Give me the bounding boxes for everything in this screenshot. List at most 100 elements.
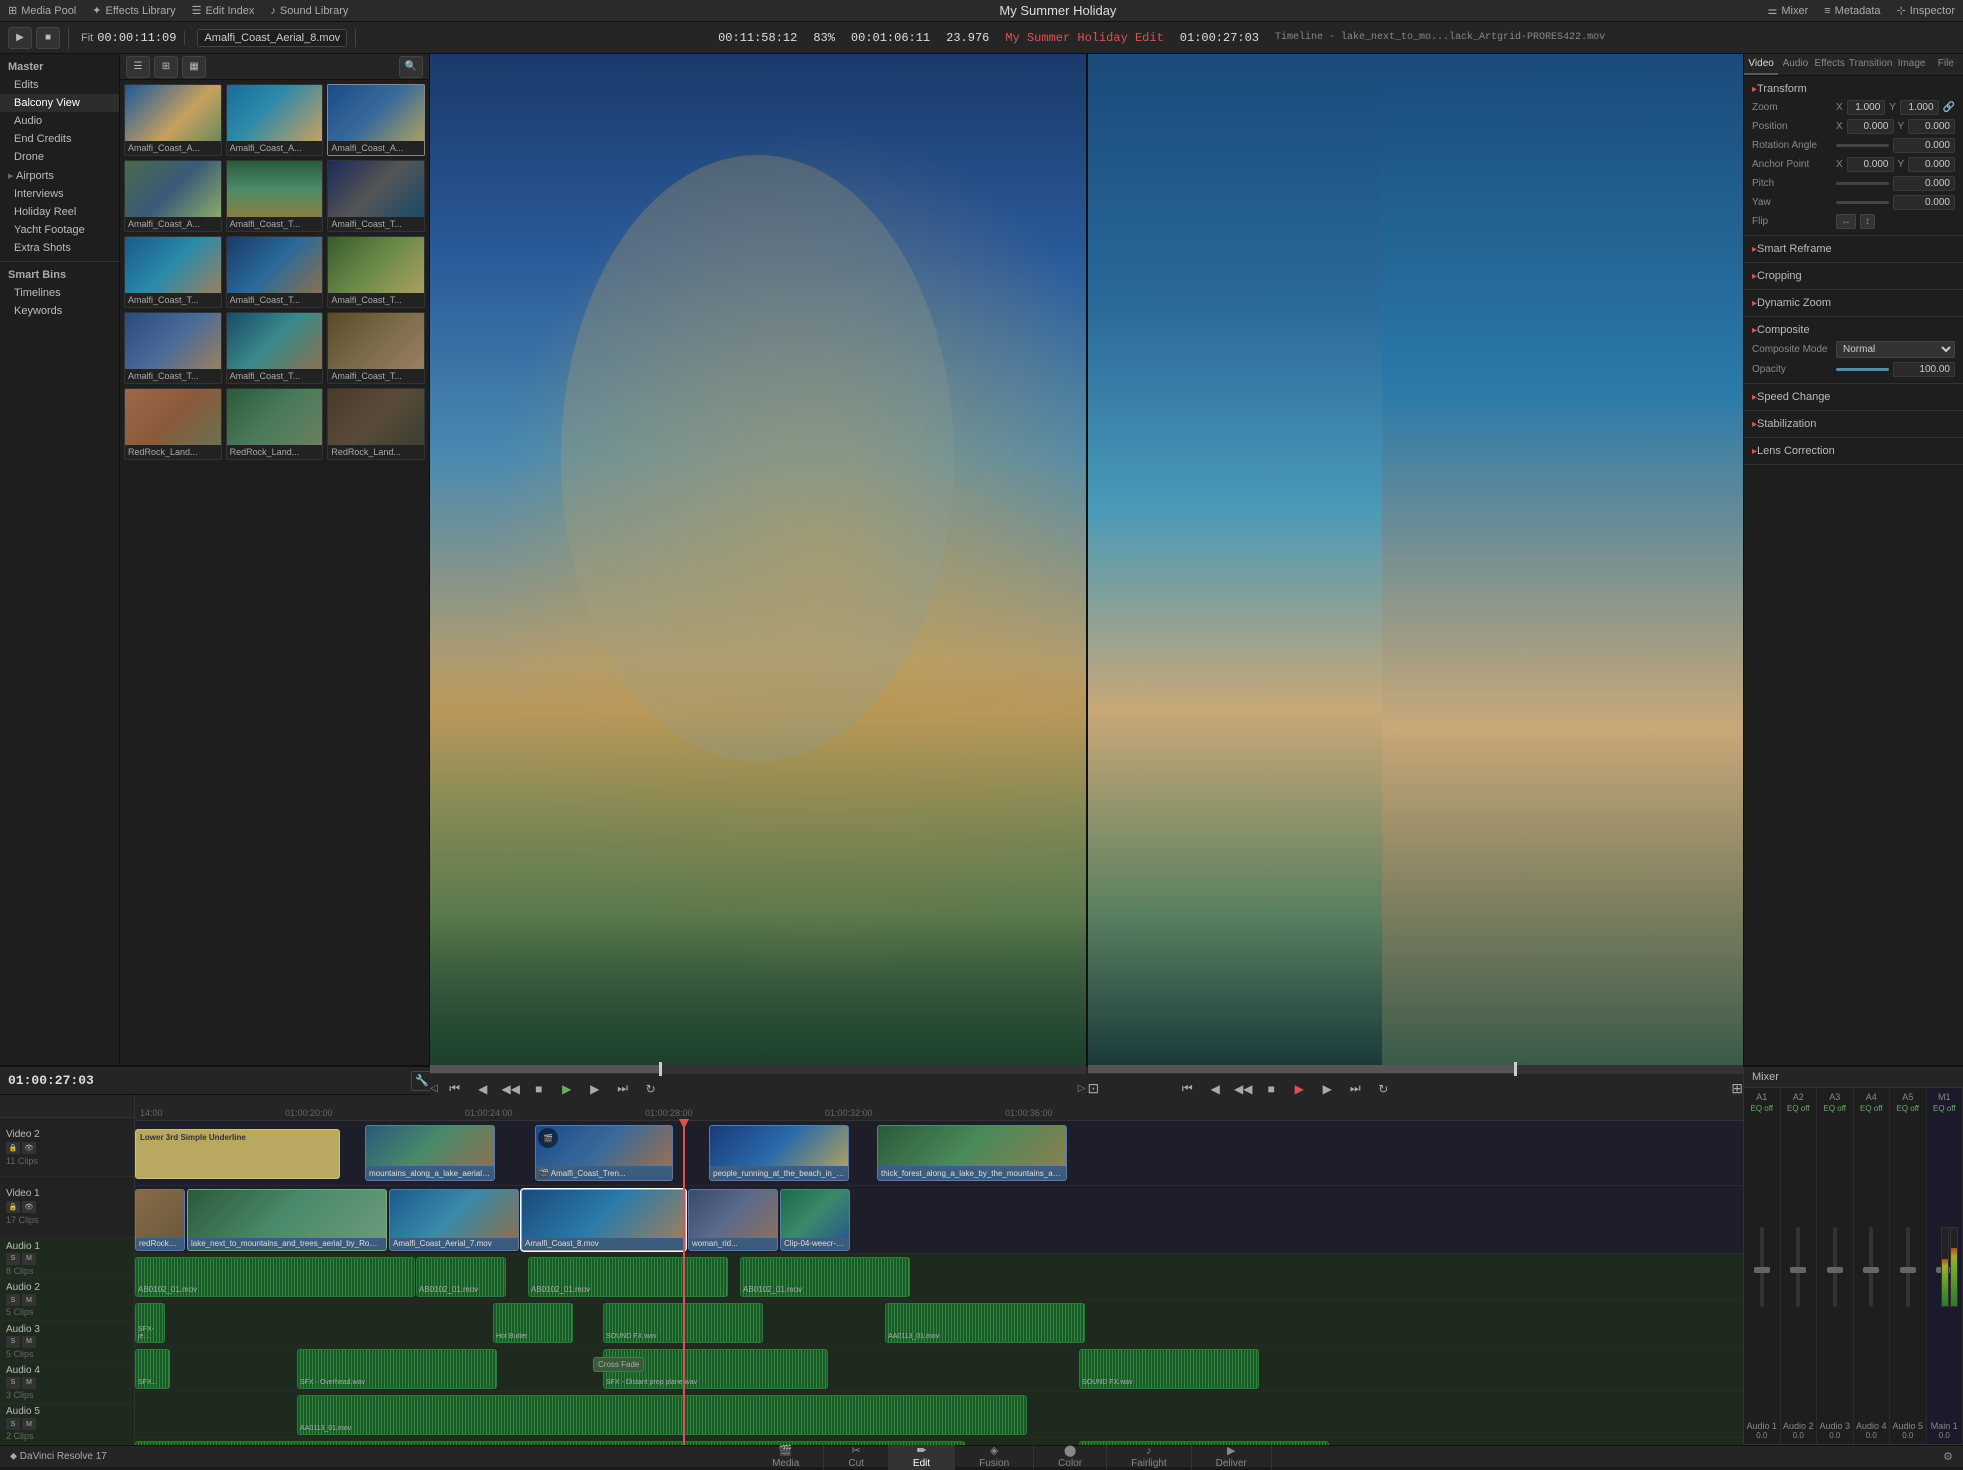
a5-m-btn[interactable]: M xyxy=(22,1418,36,1430)
a5-s-btn[interactable]: S xyxy=(6,1418,20,1430)
anchor-x-value[interactable]: 0.000 xyxy=(1847,157,1894,172)
a2-m-btn[interactable]: M xyxy=(22,1294,36,1306)
tab-deliver[interactable]: ▶ Deliver xyxy=(1192,1443,1272,1470)
a1-clip-1[interactable]: AB0102_01.mov xyxy=(135,1257,415,1297)
mixer-a3-eq[interactable]: EQ off xyxy=(1823,1104,1846,1113)
view-large-btn[interactable]: ▦ xyxy=(182,56,206,78)
pitch-value[interactable]: 0.000 xyxy=(1893,176,1956,191)
a1-clip-3[interactable]: AB0102_01.mov xyxy=(528,1257,728,1297)
v2-clip-forest[interactable]: thick_forest_along_a_lake_by_the_mountai… xyxy=(877,1125,1067,1181)
sidebar-item-extra-shots[interactable]: Extra Shots xyxy=(0,239,119,257)
a4-s-btn[interactable]: S xyxy=(6,1377,20,1389)
tab-color[interactable]: ⬤ Color xyxy=(1034,1443,1107,1470)
mixer-m1-eq[interactable]: EQ off xyxy=(1933,1104,1956,1113)
a3-clip-overhead[interactable]: SFX - Overhead.wav xyxy=(297,1349,497,1389)
media-thumb-11[interactable]: Amalfi_Coast_T... xyxy=(226,312,324,384)
v1-clip-turtle[interactable]: Clip-04-weecr-tmg... xyxy=(780,1189,850,1251)
inspector-tab-image[interactable]: Image xyxy=(1894,54,1928,75)
inspector-transform-title[interactable]: Transform xyxy=(1744,80,1963,98)
media-thumb-12[interactable]: Amalfi_Coast_T... xyxy=(327,312,425,384)
mixer-btn[interactable]: ⚌ Mixer xyxy=(1767,4,1808,17)
a3-m-btn[interactable]: M xyxy=(22,1336,36,1348)
composite-mode-select[interactable]: Normal xyxy=(1836,341,1955,358)
source-scrubber[interactable] xyxy=(430,1065,1086,1073)
v1-clip-amalfi7[interactable]: Amalfi_Coast_Aerial_7.mov xyxy=(389,1189,519,1251)
v1-lock-btn[interactable]: 🔒 xyxy=(6,1201,20,1213)
edit-index-btn[interactable]: ☰ Edit Index xyxy=(192,4,255,17)
media-thumb-7[interactable]: Amalfi_Coast_T... xyxy=(124,236,222,308)
opacity-value[interactable]: 100.00 xyxy=(1893,362,1956,377)
view-grid-btn[interactable]: ⊞ xyxy=(154,56,178,78)
mixer-a2-fader[interactable] xyxy=(1796,1227,1800,1307)
inspector-tab-transition[interactable]: Transition xyxy=(1847,54,1895,75)
v1-clip-lake[interactable]: lake_next_to_mountains_and_trees_aerial_… xyxy=(187,1189,387,1251)
mixer-a4-fader[interactable] xyxy=(1869,1227,1873,1307)
inspector-dynamic-zoom-title[interactable]: Dynamic Zoom xyxy=(1744,294,1963,312)
pos-y-value[interactable]: 0.000 xyxy=(1908,119,1955,134)
media-thumb-9[interactable]: Amalfi_Coast_T... xyxy=(327,236,425,308)
opacity-slider[interactable] xyxy=(1836,368,1889,371)
sidebar-item-holiday-reel[interactable]: Holiday Reel xyxy=(0,203,119,221)
media-thumb-13[interactable]: RedRock_Land... xyxy=(124,388,222,460)
v1-clip-woman[interactable]: woman_rid... xyxy=(688,1189,778,1251)
mixer-a1-eq[interactable]: EQ off xyxy=(1750,1104,1773,1113)
stop-btn[interactable]: ■ xyxy=(36,27,60,49)
a4-m-btn[interactable]: M xyxy=(22,1377,36,1389)
source-monitor[interactable]: ◁ ⏮ ◀ ◀◀ ■ ▶ ▶ ⏭ ↻ ▷ xyxy=(430,54,1088,1065)
media-thumb-15[interactable]: RedRock_Land... xyxy=(327,388,425,460)
media-thumb-3[interactable]: Amalfi_Coast_A... xyxy=(327,84,425,156)
inspector-lens-correction-title[interactable]: Lens Correction xyxy=(1744,442,1963,460)
inspector-composite-title[interactable]: Composite xyxy=(1744,321,1963,339)
mixer-a3-fader[interactable] xyxy=(1833,1227,1837,1307)
search-btn[interactable]: 🔍 xyxy=(399,56,423,78)
sidebar-item-end-credits[interactable]: End Credits xyxy=(0,130,119,148)
program-scrubber[interactable] xyxy=(1088,1065,1744,1073)
metadata-btn[interactable]: ≡ Metadata xyxy=(1824,5,1880,17)
sidebar-item-balcony-view[interactable]: Balcony View xyxy=(0,94,119,112)
tab-fusion[interactable]: ◈ Fusion xyxy=(955,1443,1034,1470)
rotation-value[interactable]: 0.000 xyxy=(1893,138,1956,153)
v2-eye-btn[interactable]: 👁 xyxy=(22,1142,36,1154)
a3-clip-soundfx2[interactable]: SOUND FX.wav xyxy=(1079,1349,1259,1389)
anchor-y-value[interactable]: 0.000 xyxy=(1908,157,1955,172)
sidebar-item-airports[interactable]: Airports xyxy=(0,166,119,185)
a2-clip-sfx[interactable]: SFX-je... xyxy=(135,1303,165,1343)
media-thumb-10[interactable]: Amalfi_Coast_T... xyxy=(124,312,222,384)
a4-clip-aa0113[interactable]: AA0113_01.mov xyxy=(297,1395,1027,1435)
media-thumb-5[interactable]: Amalfi_Coast_T... xyxy=(226,160,324,232)
inspector-tab-audio[interactable]: Audio xyxy=(1778,54,1812,75)
zoom-y-value[interactable]: 1.000 xyxy=(1900,100,1939,115)
v1-clip-redrock[interactable]: redRock_Talent_3... xyxy=(135,1189,185,1251)
tab-media[interactable]: 🎬 Media xyxy=(748,1443,824,1470)
sidebar-item-timelines[interactable]: Timelines xyxy=(0,284,119,302)
a2-clip-aa0113[interactable]: AA0113_01.mov xyxy=(885,1303,1085,1343)
sidebar-item-keywords[interactable]: Keywords xyxy=(0,302,119,320)
inspector-speed-change-title[interactable]: Speed Change xyxy=(1744,388,1963,406)
mixer-a2-eq[interactable]: EQ off xyxy=(1787,1104,1810,1113)
pitch-slider[interactable] xyxy=(1836,182,1889,185)
v1-clip-amalfi8[interactable]: Amalfi_Coast_8.mov xyxy=(521,1189,686,1251)
program-monitor[interactable]: ⊡ ⏮ ◀ ◀◀ ■ ▶ ▶ ⏭ ↻ ⊞ xyxy=(1088,54,1744,1065)
yaw-slider[interactable] xyxy=(1836,201,1889,204)
v2-clip-lower-3rd[interactable]: Lower 3rd Simple Underline xyxy=(135,1129,340,1179)
play-btn[interactable]: ▶ xyxy=(8,27,32,49)
inspector-cropping-title[interactable]: Cropping xyxy=(1744,267,1963,285)
v2-clip-people[interactable]: people_running_at_the_beach_in_brig... xyxy=(709,1125,849,1181)
flip-v-btn[interactable]: ↕ xyxy=(1860,214,1875,229)
inspector-tab-video[interactable]: Video xyxy=(1744,54,1778,75)
sound-library-btn[interactable]: ♪ Sound Library xyxy=(270,5,348,17)
v2-clip-amalfi[interactable]: 🎬 🎬 Amalfi_Coast_Tren... xyxy=(535,1125,673,1181)
a1-clip-2[interactable]: AB0102_01.mov xyxy=(416,1257,506,1297)
a1-clip-4[interactable]: AB0102_01.mov xyxy=(740,1257,910,1297)
inspector-tab-file[interactable]: File xyxy=(1929,54,1963,75)
inspector-stabilization-title[interactable]: Stabilization xyxy=(1744,415,1963,433)
sidebar-item-interviews[interactable]: Interviews xyxy=(0,185,119,203)
mixer-a5-eq[interactable]: EQ off xyxy=(1896,1104,1919,1113)
media-thumb-2[interactable]: Amalfi_Coast_A... xyxy=(226,84,324,156)
settings-icon[interactable]: ⚙ xyxy=(1943,1450,1953,1463)
pos-x-value[interactable]: 0.000 xyxy=(1847,119,1894,134)
sidebar-item-audio[interactable]: Audio xyxy=(0,112,119,130)
tab-edit[interactable]: ✏ Edit xyxy=(889,1443,955,1470)
a1-s-btn[interactable]: S xyxy=(6,1253,20,1265)
v1-eye-btn[interactable]: 👁 xyxy=(22,1201,36,1213)
